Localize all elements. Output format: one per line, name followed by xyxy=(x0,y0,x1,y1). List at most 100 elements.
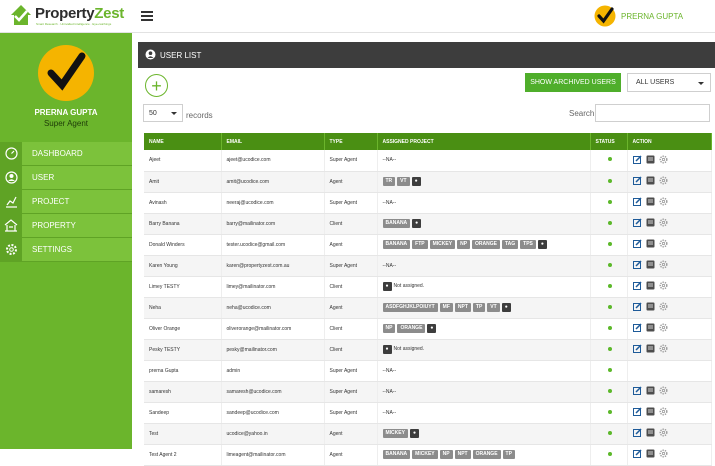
edit-icon[interactable] xyxy=(632,323,642,332)
column-header[interactable]: NAME xyxy=(144,133,222,150)
sidebar-item-dashboard[interactable]: DASHBOARD xyxy=(0,142,132,166)
settings-gear-icon[interactable] xyxy=(659,449,668,458)
project-chip[interactable]: ● xyxy=(409,429,419,438)
hamburger-menu-icon[interactable] xyxy=(141,11,153,21)
column-header[interactable]: TYPE xyxy=(324,133,378,150)
project-chip[interactable]: MICKEY xyxy=(412,450,438,459)
sidebar-item-project[interactable]: PROJECT xyxy=(0,190,132,214)
edit-icon[interactable] xyxy=(632,407,642,416)
archive-icon[interactable] xyxy=(646,218,655,227)
archive-icon[interactable] xyxy=(646,323,655,332)
edit-icon[interactable] xyxy=(632,239,642,248)
project-chip[interactable]: NPT xyxy=(454,303,471,312)
edit-icon[interactable] xyxy=(632,218,642,227)
edit-icon[interactable] xyxy=(632,260,642,269)
settings-gear-icon[interactable] xyxy=(659,323,668,332)
project-chip[interactable]: ● xyxy=(412,219,422,228)
status-cell xyxy=(590,318,628,340)
settings-gear-icon[interactable] xyxy=(659,239,668,248)
project-chip[interactable]: ● xyxy=(382,345,392,354)
project-chip[interactable]: TP xyxy=(502,450,515,459)
settings-gear-icon[interactable] xyxy=(659,407,668,416)
project-chip[interactable]: NPT xyxy=(454,450,471,459)
project-chip[interactable]: VT xyxy=(397,177,410,186)
archive-icon[interactable] xyxy=(646,344,655,353)
column-header[interactable]: ASSIGNED PROJECT xyxy=(377,133,591,150)
column-header[interactable]: STATUS xyxy=(590,133,628,150)
archive-icon[interactable] xyxy=(646,281,655,290)
propertyzest-logo[interactable]: PropertyZest Smart Research · Unrivalled… xyxy=(9,3,131,31)
project-chip[interactable]: NP xyxy=(439,450,453,459)
settings-gear-icon[interactable] xyxy=(659,428,668,437)
project-chip[interactable]: BANANA xyxy=(382,219,411,228)
project-chip[interactable]: ● xyxy=(382,282,392,291)
settings-gear-icon[interactable] xyxy=(659,344,668,353)
edit-icon[interactable] xyxy=(632,386,642,395)
user-type-cell: Super Agent xyxy=(324,150,378,172)
action-cell xyxy=(627,318,712,340)
sidebar-item-settings[interactable]: SETTINGS xyxy=(0,238,132,262)
project-chip[interactable]: TP xyxy=(472,303,486,312)
edit-icon[interactable] xyxy=(632,428,642,437)
settings-gear-icon[interactable] xyxy=(659,197,668,206)
table-row: Pesky TESTY pesky@mailinator.com Client ● No… xyxy=(144,339,712,361)
project-chip[interactable]: ORANGE xyxy=(397,324,426,333)
project-chip[interactable]: FTP xyxy=(412,240,428,249)
sidebar-item-label: PROJECT xyxy=(32,197,70,206)
project-chip[interactable]: NP xyxy=(457,240,471,249)
project-chip[interactable]: ORANGE xyxy=(472,450,501,459)
search-input[interactable] xyxy=(595,104,710,122)
user-email-cell: neeraj@ucodice.com xyxy=(221,192,325,214)
settings-gear-icon[interactable] xyxy=(659,155,668,164)
project-chip[interactable]: TPS xyxy=(520,240,536,249)
archive-icon[interactable] xyxy=(646,176,655,185)
edit-icon[interactable] xyxy=(632,302,642,311)
settings-gear-icon[interactable] xyxy=(659,386,668,395)
archive-icon[interactable] xyxy=(646,302,655,311)
project-chip[interactable]: MICKEY xyxy=(429,240,456,249)
project-chip[interactable]: VT xyxy=(487,303,500,312)
project-chip[interactable]: MF xyxy=(439,303,453,312)
settings-gear-icon[interactable] xyxy=(659,281,668,290)
sidebar-item-user[interactable]: USER xyxy=(0,166,132,190)
column-header[interactable]: EMAIL xyxy=(221,133,325,150)
edit-icon[interactable] xyxy=(632,176,642,185)
show-archived-users-button[interactable]: SHOW ARCHIVED USERS xyxy=(525,73,621,92)
add-user-button[interactable]: + xyxy=(145,74,168,97)
edit-icon[interactable] xyxy=(632,197,642,206)
edit-icon[interactable] xyxy=(632,344,642,353)
archive-icon[interactable] xyxy=(646,428,655,437)
project-chip[interactable]: ● xyxy=(411,177,421,186)
sidebar-item-property[interactable]: PROPERTY xyxy=(0,214,132,238)
edit-icon[interactable] xyxy=(632,281,642,290)
archive-icon[interactable] xyxy=(646,407,655,416)
assigned-project-cell: ASDFGHJKLPOIUYT MF NPT TP VT ● xyxy=(377,297,591,319)
archive-icon[interactable] xyxy=(646,386,655,395)
project-chip[interactable]: BANANA xyxy=(382,240,411,249)
settings-gear-icon[interactable] xyxy=(659,302,668,311)
user-filter-select[interactable]: ALL USERS xyxy=(627,73,711,92)
archive-icon[interactable] xyxy=(646,239,655,248)
project-chip[interactable]: ORANGE xyxy=(472,240,500,249)
project-chip[interactable]: MICKEY xyxy=(382,429,408,438)
user-email-cell: karen@propertyzest.com.au xyxy=(221,255,325,277)
archive-icon[interactable] xyxy=(646,155,655,164)
settings-gear-icon[interactable] xyxy=(659,218,668,227)
project-chip[interactable]: ● xyxy=(501,303,511,312)
action-cell xyxy=(627,297,712,319)
archive-icon[interactable] xyxy=(646,449,655,458)
settings-gear-icon[interactable] xyxy=(659,260,668,269)
project-chip[interactable]: ● xyxy=(427,324,437,333)
project-chip[interactable]: TAG xyxy=(501,240,519,249)
archive-icon[interactable] xyxy=(646,260,655,269)
project-chip[interactable]: BANANA xyxy=(382,450,411,459)
page-length-select[interactable]: 50 xyxy=(143,104,183,122)
project-chip[interactable]: TR xyxy=(382,177,396,186)
edit-icon[interactable] xyxy=(632,449,642,458)
project-chip[interactable]: ASDFGHJKLPOIUYT xyxy=(382,303,438,312)
project-chip[interactable]: NP xyxy=(382,324,396,333)
edit-icon[interactable] xyxy=(632,155,642,164)
project-chip[interactable]: ● xyxy=(537,240,547,249)
settings-gear-icon[interactable] xyxy=(659,176,668,185)
archive-icon[interactable] xyxy=(646,197,655,206)
